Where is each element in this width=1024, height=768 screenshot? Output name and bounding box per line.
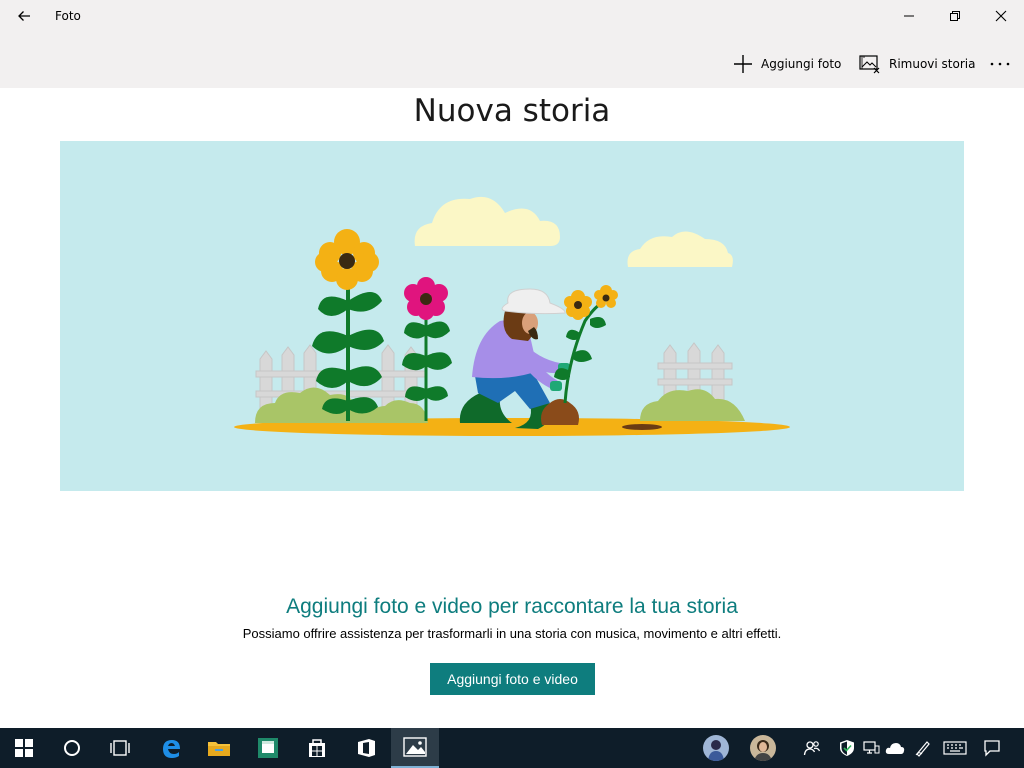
- more-options-button[interactable]: [985, 52, 1015, 76]
- cta-heading: Aggiungi foto e video per raccontare la …: [286, 595, 738, 618]
- onedrive-cloud-icon: [885, 743, 905, 754]
- edge-button[interactable]: [147, 728, 195, 768]
- close-button[interactable]: [978, 0, 1024, 32]
- more-icon: [990, 62, 1010, 66]
- restore-button[interactable]: [932, 0, 978, 32]
- microsoft-store-button[interactable]: [293, 728, 341, 768]
- hero-illustration: [60, 141, 964, 491]
- add-photos-videos-button[interactable]: Aggiungi foto e video: [430, 663, 595, 695]
- microsoft-store-icon: [309, 739, 325, 757]
- office-button[interactable]: [342, 728, 390, 768]
- task-view-icon: [110, 740, 130, 756]
- minimize-button[interactable]: [886, 0, 932, 32]
- defender-shield-icon: [840, 740, 854, 756]
- start-button[interactable]: [0, 728, 48, 768]
- pen-icon: [915, 741, 930, 757]
- photos-icon: [403, 737, 427, 757]
- cortana-icon: [64, 740, 80, 756]
- avatar: [703, 735, 729, 761]
- folder-icon: [208, 742, 230, 756]
- arrow-left-icon: [18, 11, 30, 21]
- edge-icon: [163, 740, 180, 758]
- contact-avatar-2[interactable]: [749, 728, 777, 768]
- app-title: Foto: [55, 9, 81, 23]
- close-icon: [995, 10, 1007, 22]
- store-app-icon: [258, 738, 278, 758]
- back-button[interactable]: [4, 0, 44, 32]
- office-icon: [358, 739, 375, 757]
- keyboard-icon: [943, 741, 967, 755]
- windows-ink-button[interactable]: [911, 728, 935, 768]
- network-icon: [863, 741, 880, 754]
- small-sunflower-icon: [554, 285, 618, 404]
- add-photos-label: Aggiungi foto: [761, 57, 842, 71]
- photos-button[interactable]: [391, 728, 439, 768]
- windows-logo-icon: [15, 739, 33, 757]
- taskbar: [0, 728, 1024, 768]
- app-button[interactable]: [244, 728, 292, 768]
- people-icon: [803, 741, 821, 756]
- cta-subtitle: Possiamo offrire assistenza per trasform…: [242, 626, 782, 641]
- action-center-button[interactable]: [978, 728, 1006, 768]
- task-view-button[interactable]: [96, 728, 144, 768]
- contact-avatar-1[interactable]: [702, 728, 730, 768]
- network-button[interactable]: [861, 728, 881, 768]
- security-button[interactable]: [837, 728, 857, 768]
- gardening-illustration: [234, 196, 790, 436]
- people-button[interactable]: [800, 728, 824, 768]
- cloud-icon: [627, 231, 733, 267]
- touch-keyboard-button[interactable]: [940, 728, 970, 768]
- add-photos-button[interactable]: Aggiungi foto: [733, 50, 841, 78]
- remove-story-button[interactable]: Rimuovi storia: [859, 50, 975, 78]
- restore-icon: [950, 11, 960, 21]
- plus-icon: [733, 54, 753, 74]
- cloud-icon: [414, 196, 560, 246]
- notifications-icon: [984, 740, 1000, 757]
- remove-story-icon: [859, 54, 881, 74]
- file-explorer-button[interactable]: [195, 728, 243, 768]
- avatar: [750, 735, 776, 761]
- remove-story-label: Rimuovi storia: [889, 57, 976, 71]
- cortana-button[interactable]: [48, 728, 96, 768]
- story-title: Nuova storia: [413, 93, 611, 129]
- app-header: Foto Aggiungi foto Rimuovi storia: [0, 0, 1024, 88]
- onedrive-button[interactable]: [884, 728, 906, 768]
- minimize-icon: [904, 15, 914, 17]
- title-bar: Foto: [0, 0, 1024, 32]
